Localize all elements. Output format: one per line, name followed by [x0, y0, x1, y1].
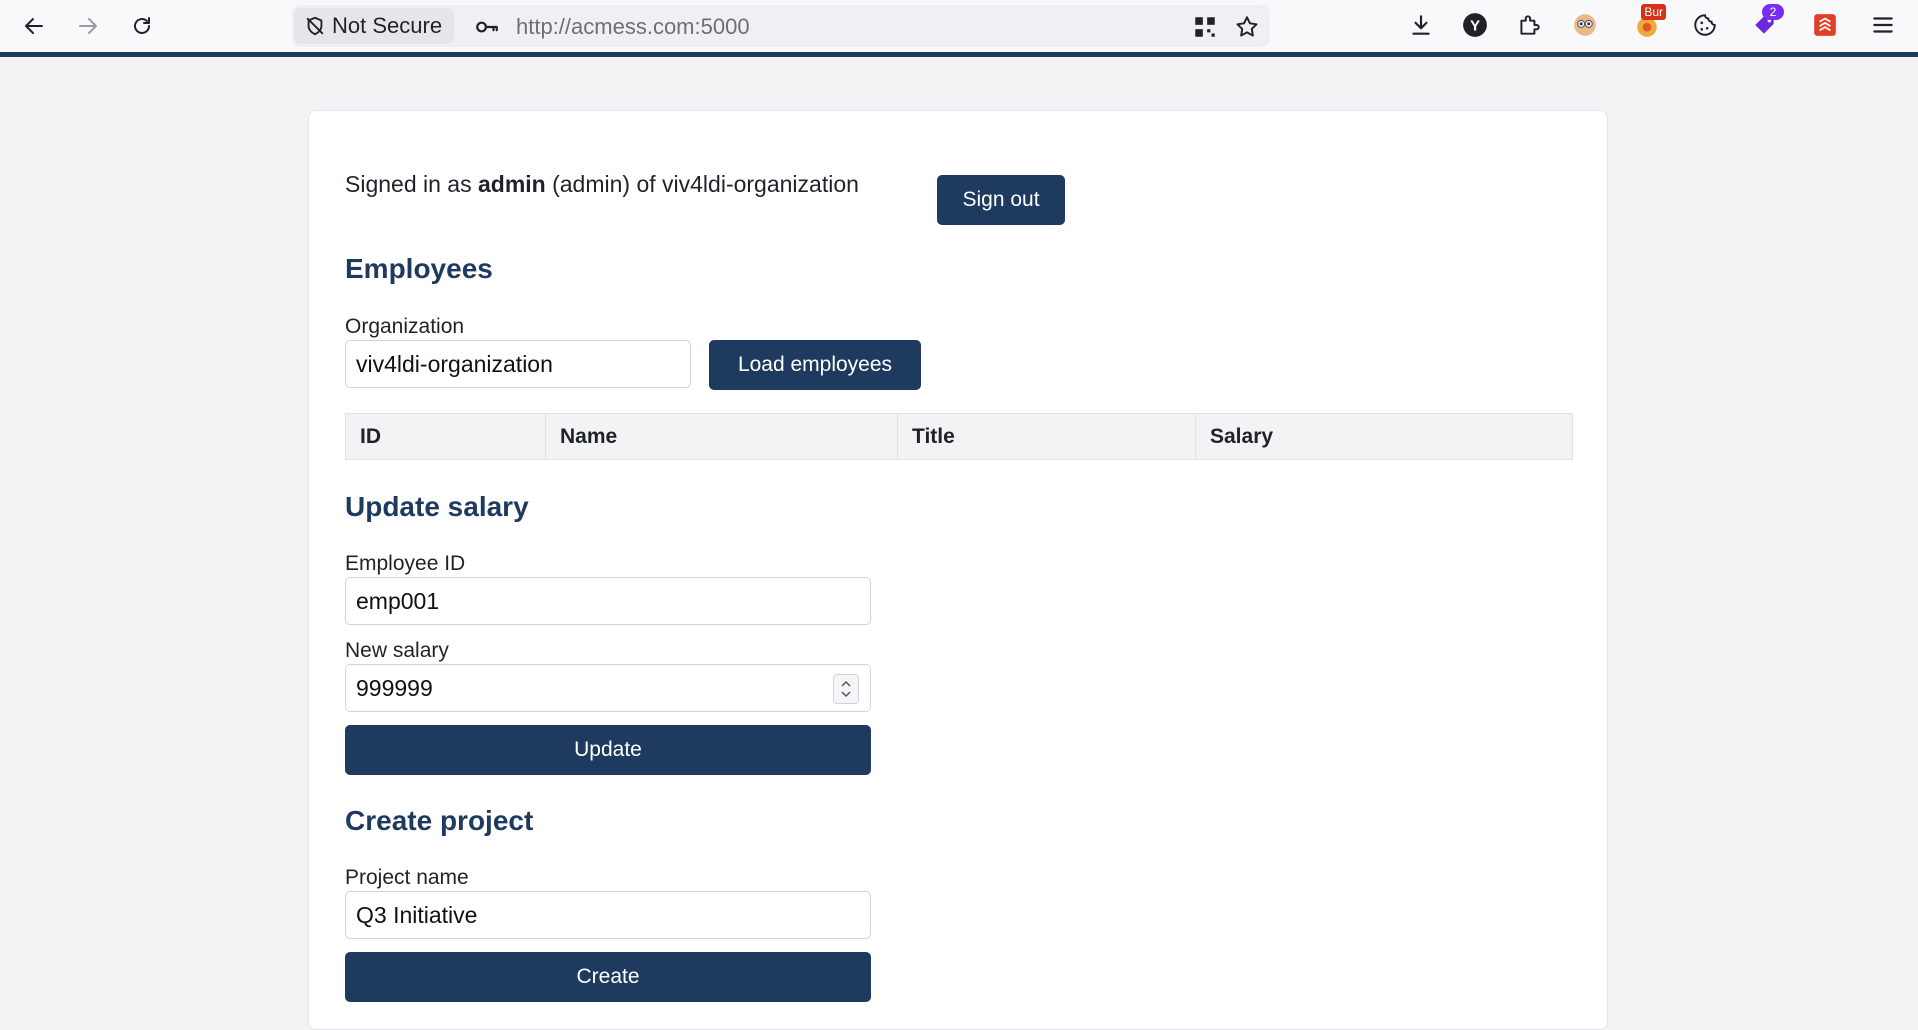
- organization-input[interactable]: [345, 340, 691, 388]
- column-header-id: ID: [345, 413, 546, 460]
- update-salary-button[interactable]: Update: [345, 725, 871, 775]
- y-extension-icon: Y: [1463, 13, 1487, 37]
- cookie-extension-button[interactable]: [1690, 10, 1720, 40]
- browser-toolbar: Not Secure http://acmess.com:5000 Y Bur …: [0, 0, 1918, 57]
- column-header-name: Name: [545, 413, 898, 460]
- arrow-right-icon: [79, 18, 97, 34]
- arrow-left-icon: [25, 18, 43, 34]
- reload-icon: [134, 17, 150, 34]
- new-salary-input[interactable]: [345, 664, 871, 712]
- employees-table: ID Name Title Salary: [345, 413, 1573, 460]
- employees-heading: Employees: [345, 253, 493, 284]
- signed-user: admin: [477, 171, 546, 197]
- update-salary-heading: Update salary: [345, 491, 529, 522]
- new-salary-label: New salary: [345, 639, 449, 662]
- employee-id-label: Employee ID: [345, 552, 466, 575]
- extensions-puzzle-icon: [1520, 15, 1540, 35]
- red-extension-icon: [1814, 14, 1836, 36]
- column-header-title: Title: [897, 413, 1196, 460]
- red-extension-button[interactable]: [1810, 10, 1840, 40]
- load-employees-button[interactable]: Load employees: [709, 340, 921, 390]
- bookmark-star-icon[interactable]: [1234, 14, 1260, 40]
- table-header-row: ID Name Title Salary: [345, 413, 1573, 460]
- signed-in-status: Signed in as admin (admin) of viv4ldi-or…: [345, 171, 859, 198]
- download-button[interactable]: [1406, 10, 1436, 40]
- app-menu-button[interactable]: [1868, 10, 1898, 40]
- y-extension-letter: Y: [1470, 17, 1480, 34]
- create-project-heading: Create project: [345, 805, 534, 836]
- security-label: Not Secure: [332, 13, 443, 38]
- chevron-up-icon[interactable]: [840, 679, 852, 689]
- column-header-salary: Salary: [1195, 413, 1573, 460]
- burp-badge: Bur: [1641, 4, 1666, 20]
- owl-extension-icon: [1574, 14, 1596, 36]
- salary-stepper[interactable]: [833, 674, 859, 704]
- chevron-down-icon[interactable]: [840, 689, 852, 699]
- forward-button[interactable]: [70, 8, 106, 44]
- back-button[interactable]: [16, 8, 52, 44]
- y-extension-button[interactable]: Y: [1460, 10, 1490, 40]
- signed-prefix: Signed in as: [345, 171, 472, 197]
- url-bar[interactable]: Not Secure http://acmess.com:5000: [292, 5, 1270, 47]
- menu-icon: [1873, 17, 1893, 33]
- burp-extension-button[interactable]: Bur: [1632, 4, 1666, 40]
- qr-grid-icon[interactable]: [1192, 14, 1218, 40]
- cookie-icon: [1694, 14, 1716, 36]
- download-icon: [1412, 15, 1430, 35]
- project-name-label: Project name: [345, 866, 469, 889]
- main-card: Signed in as admin (admin) of viv4ldi-or…: [308, 110, 1608, 1030]
- url-text[interactable]: http://acmess.com:5000: [516, 14, 750, 40]
- extensions-button[interactable]: [1514, 10, 1544, 40]
- url-port: :5000: [694, 14, 750, 39]
- key-icon[interactable]: [474, 14, 500, 40]
- project-name-input[interactable]: [345, 891, 871, 939]
- tag-badge: 2: [1762, 4, 1784, 20]
- signed-suffix: (admin) of viv4ldi-organization: [552, 171, 859, 197]
- owl-extension-button[interactable]: [1570, 10, 1600, 40]
- security-indicator[interactable]: Not Secure: [294, 8, 455, 44]
- shield-slash-icon: [306, 16, 324, 36]
- create-project-button[interactable]: Create: [345, 952, 871, 1002]
- tag-extension-button[interactable]: 2: [1750, 4, 1784, 40]
- reload-button[interactable]: [124, 8, 160, 44]
- url-host: http://acmess.com: [516, 14, 695, 39]
- employee-id-input[interactable]: [345, 577, 871, 625]
- sign-out-button[interactable]: Sign out: [937, 175, 1065, 225]
- organization-label: Organization: [345, 315, 465, 338]
